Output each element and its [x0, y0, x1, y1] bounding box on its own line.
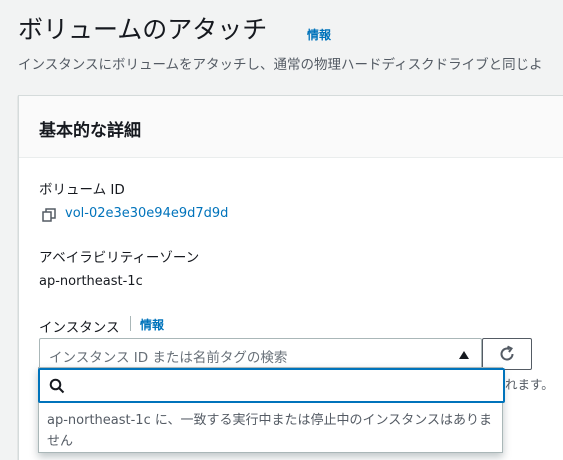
page-description: インスタンスにボリュームをアタッチし、通常の物理ハードディスクドライブと同じよ [18, 57, 543, 73]
instance-label: インスタンス [39, 320, 120, 336]
volume-id-label: ボリューム ID [39, 182, 125, 198]
caret-up-icon [459, 351, 469, 359]
refresh-icon [500, 345, 514, 361]
panel-header: 基本的な詳細 [19, 96, 563, 158]
instance-dropdown: ap-northeast-1c に、一致する実行中または停止中のインスタンスはあ… [38, 367, 505, 453]
refresh-button[interactable] [482, 338, 532, 370]
hint-text: れます。 [505, 377, 554, 392]
panel-title: 基本的な詳細 [39, 121, 141, 141]
page-title: ボリュームのアタッチ [18, 15, 268, 44]
page-info-link[interactable]: 情報 [307, 26, 331, 43]
copy-icon[interactable] [42, 207, 56, 222]
volume-id-link[interactable]: vol-02e3e30e94e9d7d9d [65, 206, 228, 221]
instance-info-link[interactable]: 情報 [140, 316, 164, 333]
az-value: ap-northeast-1c [39, 274, 143, 289]
empty-results-message: ap-northeast-1c に、一致する実行中または停止中のインスタンスはあ… [47, 413, 492, 449]
label-separator [130, 316, 131, 331]
instance-select[interactable]: インスタンス ID または名前タグの検索 [39, 338, 482, 370]
instance-select-placeholder: インスタンス ID または名前タグの検索 [49, 350, 288, 366]
dropdown-search[interactable] [38, 368, 505, 403]
az-label: アベイラビリティーゾーン [39, 250, 200, 266]
dropdown-search-input[interactable] [72, 373, 492, 399]
search-icon [49, 378, 65, 394]
